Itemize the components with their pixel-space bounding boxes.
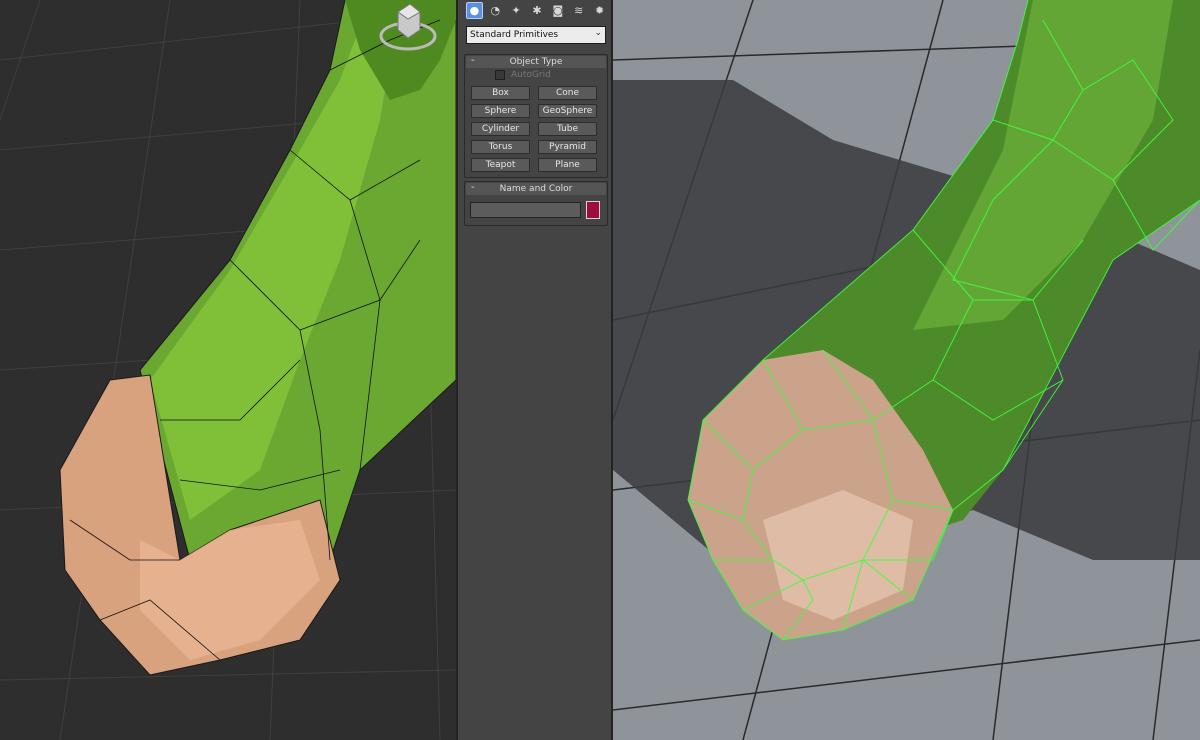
autogrid-checkbox[interactable]	[495, 70, 505, 80]
box-button[interactable]: Box	[471, 86, 530, 100]
create-category-tabs: ● ◔ ✦ ✱ ◙ ≋ ✹	[466, 2, 608, 22]
spacewarps-icon[interactable]: ≋	[570, 2, 587, 19]
name-and-color-title: Name and Color	[499, 184, 573, 194]
tube-button[interactable]: Tube	[538, 122, 597, 136]
object-name-input[interactable]	[470, 202, 581, 218]
sphere-icon[interactable]: ●	[466, 2, 483, 19]
viewcube-gizmo[interactable]	[378, 0, 438, 56]
sphere-button[interactable]: Sphere	[471, 104, 530, 118]
object-type-rollout: - Object Type AutoGrid Box Cone Sphere G…	[464, 54, 608, 178]
name-and-color-header[interactable]: - Name and Color	[466, 182, 606, 195]
viewport-right[interactable]	[613, 0, 1200, 740]
geosphere-button[interactable]: GeoSphere	[538, 104, 597, 118]
cameras-icon[interactable]: ✱	[529, 2, 546, 19]
shapes-icon[interactable]: ◔	[487, 2, 504, 19]
primitive-buttons: Box Cone Sphere GeoSphere Cylinder Tube …	[471, 86, 597, 172]
chevron-down-icon: ⌄	[594, 28, 602, 38]
teapot-button[interactable]: Teapot	[471, 158, 530, 172]
viewport-left-scene	[0, 0, 456, 740]
category-dropdown[interactable]: Standard Primitives ⌄	[466, 26, 606, 44]
command-panel: ● ◔ ✦ ✱ ◙ ≋ ✹ Standard Primitives ⌄ - Ob…	[456, 0, 613, 740]
object-color-swatch[interactable]	[586, 201, 600, 219]
viewport-right-scene	[613, 0, 1200, 740]
viewport-left[interactable]	[0, 0, 456, 740]
object-type-title: Object Type	[509, 57, 563, 67]
object-type-header[interactable]: - Object Type	[466, 55, 606, 68]
plane-button[interactable]: Plane	[538, 158, 597, 172]
torus-button[interactable]: Torus	[471, 140, 530, 154]
autogrid-label: AutoGrid	[511, 70, 551, 80]
collapse-toggle[interactable]: -	[471, 55, 475, 67]
cone-button[interactable]: Cone	[538, 86, 597, 100]
lights-icon[interactable]: ✦	[508, 2, 525, 19]
systems-icon[interactable]: ✹	[591, 2, 608, 19]
cylinder-button[interactable]: Cylinder	[471, 122, 530, 136]
category-dropdown-value: Standard Primitives	[470, 30, 559, 40]
name-and-color-rollout: - Name and Color	[464, 181, 608, 226]
helpers-icon[interactable]: ◙	[549, 2, 566, 19]
pyramid-button[interactable]: Pyramid	[538, 140, 597, 154]
collapse-toggle[interactable]: -	[471, 182, 475, 194]
autogrid-option[interactable]: AutoGrid	[495, 70, 551, 80]
